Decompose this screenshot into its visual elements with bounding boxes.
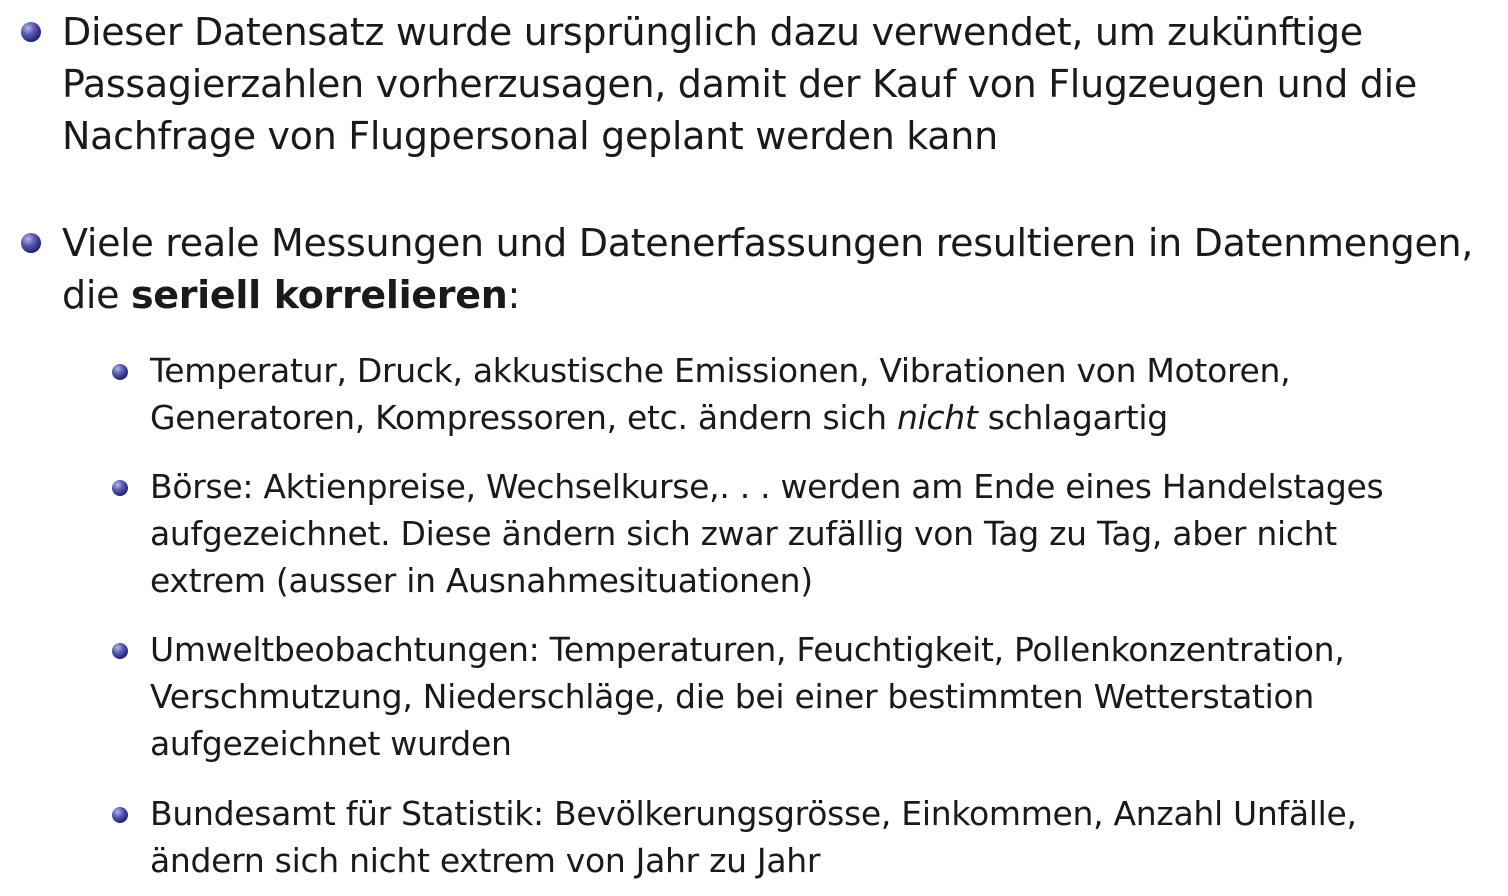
sub-bullet-text-part: schlagartig <box>977 398 1168 437</box>
sub-bullet-icon <box>112 643 128 659</box>
bullet-text-part: : <box>507 273 520 317</box>
sub-bullet-text: Temperatur, Druck, akkustische Emissione… <box>150 347 1420 441</box>
sub-bullet-icon <box>112 480 128 496</box>
emphasis-bold: seriell korrelieren <box>130 273 508 317</box>
sub-bullet-text-part: Bundesamt für Statistik: Bevölkerungsgrö… <box>150 794 1367 880</box>
sub-bullet-text: Umweltbeobachtungen: Temperaturen, Feuch… <box>150 626 1430 767</box>
sub-bullet-text-part: Umweltbeobachtungen: Temperaturen, Feuch… <box>150 630 1355 763</box>
sub-bullet-icon <box>112 807 128 823</box>
bullet-icon <box>21 22 41 42</box>
sub-bullet-text: Bundesamt für Statistik: Bevölkerungsgrö… <box>150 790 1440 884</box>
emphasis-italic: nicht <box>896 398 978 437</box>
bullet-text: Dieser Datensatz wurde ursprünglich dazu… <box>62 6 1482 162</box>
sub-bullet-text-part: Börse: Aktienpreise, Wechselkurse,. . . … <box>150 467 1394 600</box>
sub-bullet-icon <box>112 364 128 380</box>
bullet-text-line: Dieser Datensatz wurde ursprünglich dazu… <box>62 10 1429 158</box>
bullet-text: Viele reale Messungen und Datenerfassung… <box>62 217 1502 321</box>
slide-content: Dieser Datensatz wurde ursprünglich dazu… <box>0 0 1508 896</box>
bullet-icon <box>21 233 41 253</box>
sub-bullet-text: Börse: Aktienpreise, Wechselkurse,. . . … <box>150 463 1440 604</box>
